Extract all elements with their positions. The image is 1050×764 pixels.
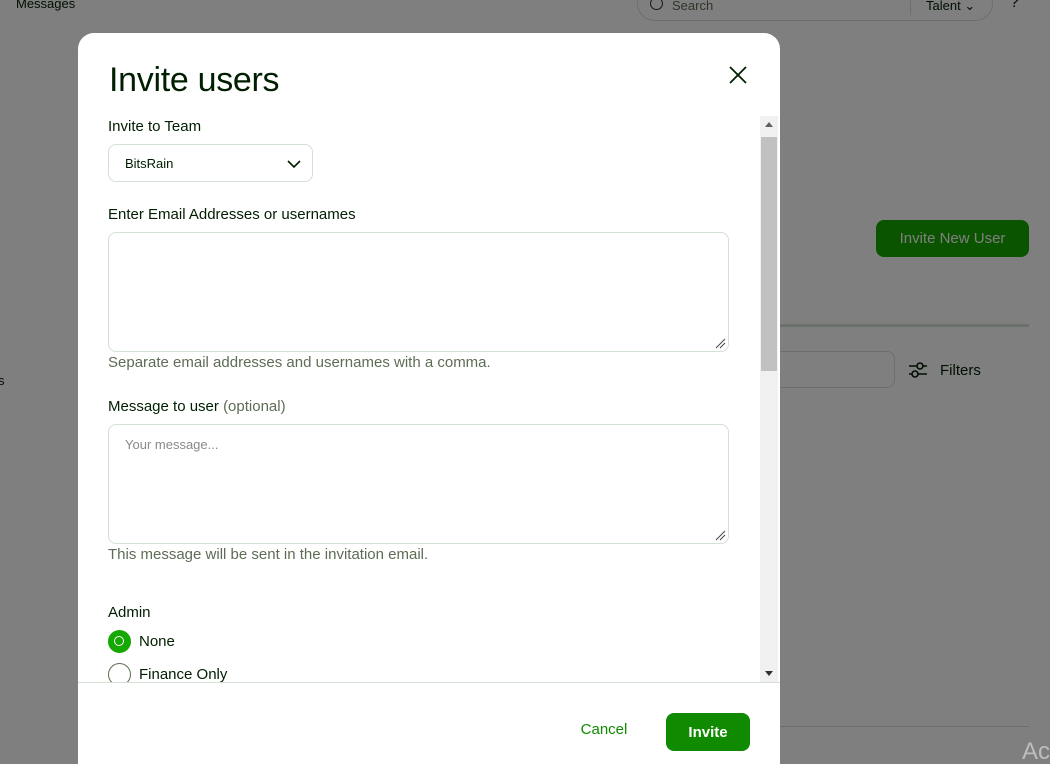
- cancel-button[interactable]: Cancel: [568, 721, 640, 743]
- resize-grip-icon[interactable]: [715, 530, 726, 541]
- invite-users-modal: Invite users Invite to Team BitsRain Ent…: [78, 33, 780, 764]
- modal-footer: Cancel Invite: [78, 682, 780, 764]
- team-label: Invite to Team: [108, 118, 202, 135]
- corner-text: Ac: [1022, 738, 1050, 764]
- admin-option-finance-only[interactable]: Finance Only: [108, 663, 227, 682]
- close-icon: [729, 66, 747, 84]
- radio-unselected[interactable]: [108, 663, 131, 682]
- radio-selected[interactable]: [108, 630, 131, 653]
- message-label-optional: (optional): [223, 398, 286, 415]
- scroll-down-icon[interactable]: [760, 665, 778, 682]
- team-select[interactable]: BitsRain: [108, 144, 313, 182]
- modal-scrollbar[interactable]: [760, 116, 778, 682]
- admin-option-label: Finance Only: [139, 666, 228, 682]
- message-textarea[interactable]: Your message...: [108, 424, 729, 544]
- close-button[interactable]: [723, 62, 753, 92]
- resize-grip-icon[interactable]: [715, 338, 726, 349]
- admin-label: Admin: [108, 604, 151, 621]
- chevron-down-icon: [287, 160, 301, 169]
- scroll-thumb[interactable]: [761, 137, 777, 371]
- admin-option-label: None: [139, 633, 175, 650]
- team-select-value: BitsRain: [125, 156, 174, 171]
- message-placeholder: Your message...: [125, 437, 219, 452]
- message-label: Message to user (optional): [108, 398, 286, 415]
- message-help: This message will be sent in the invitat…: [108, 546, 429, 563]
- invite-button[interactable]: Invite: [666, 713, 750, 751]
- emails-textarea[interactable]: [108, 232, 729, 352]
- scroll-up-icon[interactable]: [760, 116, 778, 133]
- modal-title: Invite users: [109, 61, 280, 99]
- emails-label: Enter Email Addresses or usernames: [108, 206, 356, 223]
- admin-option-none[interactable]: None: [108, 630, 175, 653]
- modal-body: Invite to Team BitsRain Enter Email Addr…: [78, 116, 780, 682]
- emails-help: Separate email addresses and usernames w…: [108, 354, 491, 371]
- message-label-text: Message to user: [108, 398, 219, 415]
